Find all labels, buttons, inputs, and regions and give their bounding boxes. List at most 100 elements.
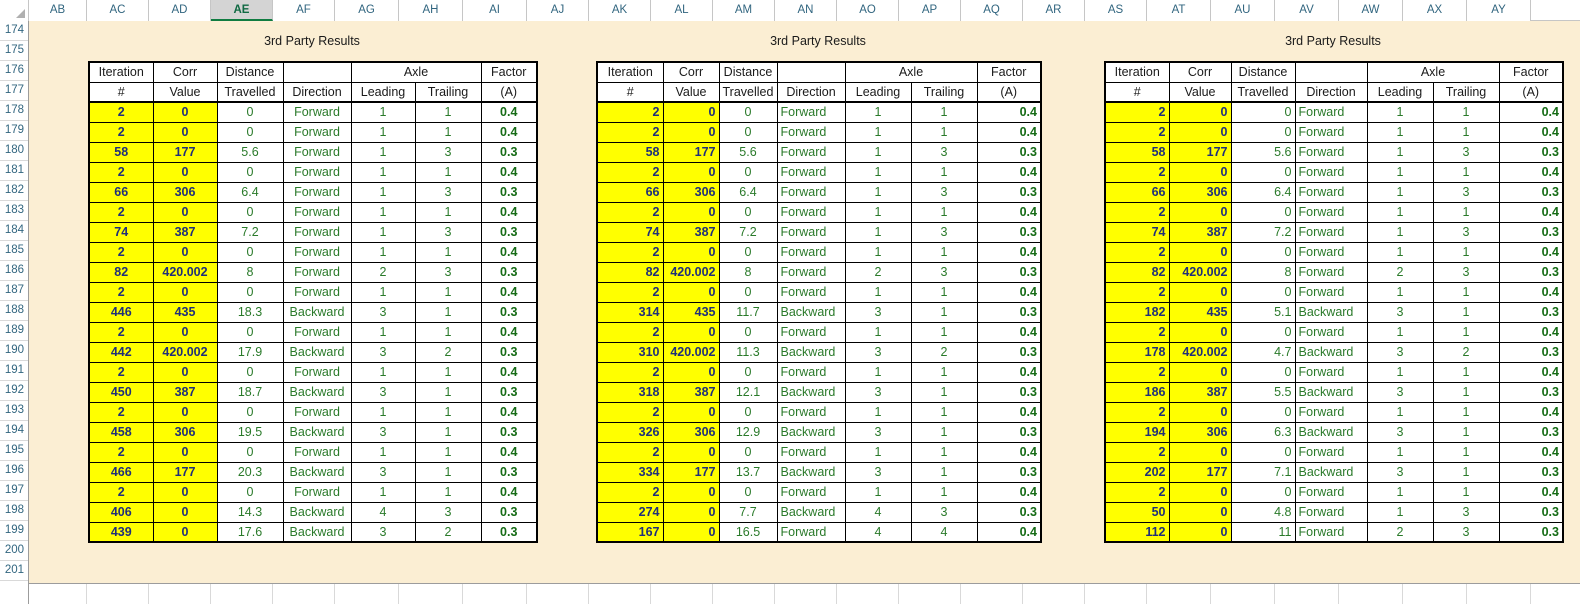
- cell-factor-a[interactable]: 0.3: [1498, 301, 1564, 323]
- cell-axle-leading[interactable]: 1: [350, 241, 416, 263]
- cell-axle-trailing[interactable]: 3: [910, 141, 978, 163]
- cell-axle-trailing[interactable]: 1: [910, 241, 978, 263]
- cell-iteration-number[interactable]: 66: [1104, 181, 1170, 203]
- column-header-ag[interactable]: AG: [335, 0, 399, 21]
- cell-iteration-number[interactable]: 2: [1104, 161, 1170, 183]
- cell-direction[interactable]: Forward: [282, 401, 352, 423]
- cell-corr-value[interactable]: 0: [1168, 441, 1232, 463]
- cell-distance-travelled[interactable]: 0: [718, 321, 778, 343]
- cell-axle-leading[interactable]: 3: [350, 421, 416, 443]
- cell-factor-a[interactable]: 0.4: [1498, 161, 1564, 183]
- column-header-an[interactable]: AN: [775, 0, 837, 21]
- cell-axle-leading[interactable]: 1: [1366, 441, 1434, 463]
- cell-factor-a[interactable]: 0.4: [976, 281, 1042, 303]
- cell-iteration-number[interactable]: 2: [1104, 481, 1170, 503]
- cell-axle-leading[interactable]: 3: [350, 461, 416, 483]
- cell-factor-a[interactable]: 0.4: [480, 401, 538, 423]
- cell-axle-leading[interactable]: 3: [350, 301, 416, 323]
- cell-corr-value[interactable]: 0: [1168, 321, 1232, 343]
- cell-axle-trailing[interactable]: 1: [910, 381, 978, 403]
- column-header-av[interactable]: AV: [1275, 0, 1339, 21]
- cell-axle-leading[interactable]: 1: [350, 121, 416, 143]
- column-header-al[interactable]: AL: [651, 0, 713, 21]
- cell-axle-leading[interactable]: 1: [1366, 501, 1434, 523]
- cell-direction[interactable]: Forward: [282, 141, 352, 163]
- cell-factor-a[interactable]: 0.3: [976, 381, 1042, 403]
- cell-axle-trailing[interactable]: 1: [1432, 201, 1500, 223]
- grid-cell[interactable]: [775, 584, 837, 604]
- cell-distance-travelled[interactable]: 0: [216, 161, 284, 183]
- cell-iteration-number[interactable]: 2: [88, 121, 154, 143]
- cell-axle-leading[interactable]: 1: [1366, 201, 1434, 223]
- cell-axle-trailing[interactable]: 1: [414, 201, 482, 223]
- cell-distance-travelled[interactable]: 11: [1230, 521, 1296, 543]
- cell-factor-a[interactable]: 0.3: [480, 521, 538, 543]
- cell-direction[interactable]: Backward: [1294, 381, 1368, 403]
- cell-factor-a[interactable]: 0.4: [976, 321, 1042, 343]
- grid-cell[interactable]: [1147, 584, 1211, 604]
- cell-iteration-number[interactable]: 50: [1104, 501, 1170, 523]
- cell-factor-a[interactable]: 0.4: [1498, 361, 1564, 383]
- cell-iteration-number[interactable]: 2: [88, 241, 154, 263]
- cell-axle-leading[interactable]: 1: [1366, 361, 1434, 383]
- cell-corr-value[interactable]: 0: [1168, 161, 1232, 183]
- cell-direction[interactable]: Backward: [282, 461, 352, 483]
- row-header-174[interactable]: 174: [0, 21, 28, 41]
- cell-distance-travelled[interactable]: 0: [1230, 401, 1296, 423]
- row-header-194[interactable]: 194: [0, 421, 28, 441]
- cell-axle-leading[interactable]: 3: [844, 421, 912, 443]
- column-header-as[interactable]: AS: [1085, 0, 1147, 21]
- cell-iteration-number[interactable]: 112: [1104, 521, 1170, 543]
- row-header-185[interactable]: 185: [0, 241, 28, 261]
- cell-axle-leading[interactable]: 1: [350, 161, 416, 183]
- cell-direction[interactable]: Forward: [1294, 141, 1368, 163]
- cell-axle-leading[interactable]: 2: [1366, 521, 1434, 543]
- cell-direction[interactable]: Backward: [282, 501, 352, 523]
- cell-direction[interactable]: Forward: [1294, 201, 1368, 223]
- cell-iteration-number[interactable]: 2: [1104, 321, 1170, 343]
- cell-direction[interactable]: Forward: [776, 261, 846, 283]
- cell-iteration-number[interactable]: 2: [1104, 441, 1170, 463]
- cell-factor-a[interactable]: 0.4: [1498, 101, 1564, 123]
- cell-corr-value[interactable]: 387: [1168, 381, 1232, 403]
- cell-factor-a[interactable]: 0.3: [1498, 221, 1564, 243]
- cell-axle-leading[interactable]: 1: [350, 481, 416, 503]
- cell-direction[interactable]: Forward: [1294, 161, 1368, 183]
- cell-iteration-number[interactable]: 314: [596, 301, 664, 323]
- cell-iteration-number[interactable]: 2: [1104, 361, 1170, 383]
- cell-axle-leading[interactable]: 1: [844, 361, 912, 383]
- cell-distance-travelled[interactable]: 8: [718, 261, 778, 283]
- column-header-ao[interactable]: AO: [837, 0, 899, 21]
- cell-direction[interactable]: Backward: [282, 521, 352, 543]
- row-header-188[interactable]: 188: [0, 301, 28, 321]
- cell-axle-leading[interactable]: 1: [844, 121, 912, 143]
- cell-corr-value[interactable]: 306: [152, 181, 218, 203]
- cell-axle-trailing[interactable]: 3: [1432, 141, 1500, 163]
- cell-axle-trailing[interactable]: 2: [910, 341, 978, 363]
- grid-cell[interactable]: [149, 584, 211, 604]
- cell-direction[interactable]: Forward: [1294, 241, 1368, 263]
- cell-corr-value[interactable]: 0: [662, 401, 720, 423]
- cell-factor-a[interactable]: 0.3: [480, 381, 538, 403]
- cell-distance-travelled[interactable]: 0: [718, 201, 778, 223]
- cell-distance-travelled[interactable]: 18.3: [216, 301, 284, 323]
- cell-axle-leading[interactable]: 3: [844, 381, 912, 403]
- cell-corr-value[interactable]: 306: [662, 421, 720, 443]
- cell-direction[interactable]: Forward: [282, 201, 352, 223]
- grid-cell[interactable]: [589, 584, 651, 604]
- cell-axle-leading[interactable]: 1: [1366, 101, 1434, 123]
- select-all-corner[interactable]: [0, 0, 29, 21]
- cell-iteration-number[interactable]: 74: [596, 221, 664, 243]
- cell-direction[interactable]: Forward: [1294, 441, 1368, 463]
- cell-iteration-number[interactable]: 194: [1104, 421, 1170, 443]
- cell-axle-trailing[interactable]: 1: [414, 161, 482, 183]
- row-header-200[interactable]: 200: [0, 541, 28, 561]
- cell-iteration-number[interactable]: 310: [596, 341, 664, 363]
- cell-direction[interactable]: Backward: [1294, 461, 1368, 483]
- cell-axle-trailing[interactable]: 3: [1432, 261, 1500, 283]
- cell-axle-leading[interactable]: 3: [1366, 301, 1434, 323]
- cell-corr-value[interactable]: 0: [152, 281, 218, 303]
- cell-distance-travelled[interactable]: 0: [1230, 121, 1296, 143]
- cell-distance-travelled[interactable]: 16.5: [718, 521, 778, 543]
- cell-direction[interactable]: Backward: [282, 381, 352, 403]
